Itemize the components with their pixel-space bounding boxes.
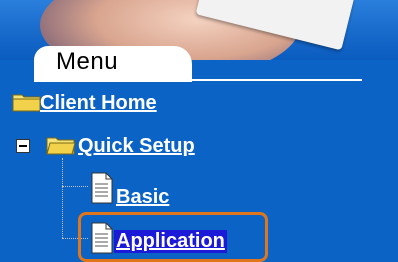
menu-tab-label: Menu — [56, 48, 119, 75]
tree-line — [62, 186, 88, 188]
folder-icon — [12, 94, 41, 112]
menu-item-quick-setup[interactable]: Quick Setup — [78, 135, 195, 158]
collapse-toggle-icon[interactable] — [16, 139, 30, 153]
menu-item-basic[interactable]: Basic — [116, 186, 169, 209]
document-icon — [91, 172, 113, 204]
tree-line — [62, 158, 64, 238]
open-folder-icon — [46, 137, 76, 155]
document-icon — [91, 222, 113, 254]
menu-divider — [180, 79, 362, 81]
menu-item-application[interactable]: Application — [114, 230, 227, 253]
menu-item-client-home[interactable]: Client Home — [40, 92, 157, 115]
